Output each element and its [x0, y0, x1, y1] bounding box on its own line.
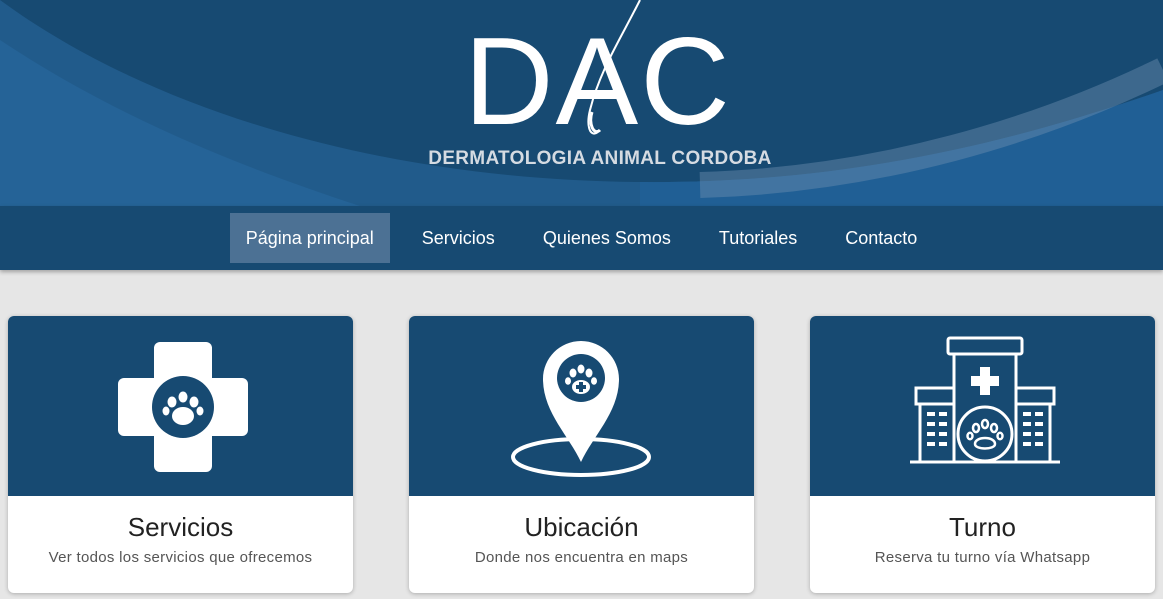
card-servicios[interactable]: Servicios Ver todos los servicios que of… [8, 316, 353, 593]
card-description: Ver todos los servicios que ofrecemos [48, 549, 313, 566]
medical-cross-paw-icon [118, 342, 248, 472]
nav-item-contacto[interactable]: Contacto [829, 213, 933, 263]
header-banner: DAC DERMATOLOGIA ANIMAL CORDOBA [0, 0, 1163, 206]
card-ubicacion[interactable]: Ubicación Donde nos encuentra en maps [409, 316, 754, 593]
nav-item-tutoriales[interactable]: Tutoriales [703, 213, 813, 263]
card-media [409, 316, 754, 496]
map-pin-paw-icon [511, 341, 651, 477]
card-title: Ubicación [524, 512, 639, 542]
card-title: Turno [949, 512, 1016, 542]
nav-item-servicios[interactable]: Servicios [406, 213, 511, 263]
card-media [810, 316, 1155, 496]
nav-item-quienes-somos[interactable]: Quienes Somos [527, 213, 687, 263]
nav-item-pagina-principal[interactable]: Página principal [229, 213, 390, 263]
card-turno[interactable]: Turno Reserva tu turno vía Whatsapp [810, 316, 1155, 593]
card-media [8, 316, 353, 496]
card-description: Reserva tu turno vía Whatsapp [874, 549, 1091, 566]
card-description: Donde nos encuentra en maps [474, 549, 689, 566]
logo-hair-icon [587, 0, 641, 135]
main-navbar: Página principal Servicios Quienes Somos… [0, 206, 1163, 270]
card-title: Servicios [127, 512, 234, 542]
logo-subtitle: DERMATOLOGIA ANIMAL CORDOBA [428, 148, 772, 169]
vet-hospital-icon [910, 336, 1060, 464]
